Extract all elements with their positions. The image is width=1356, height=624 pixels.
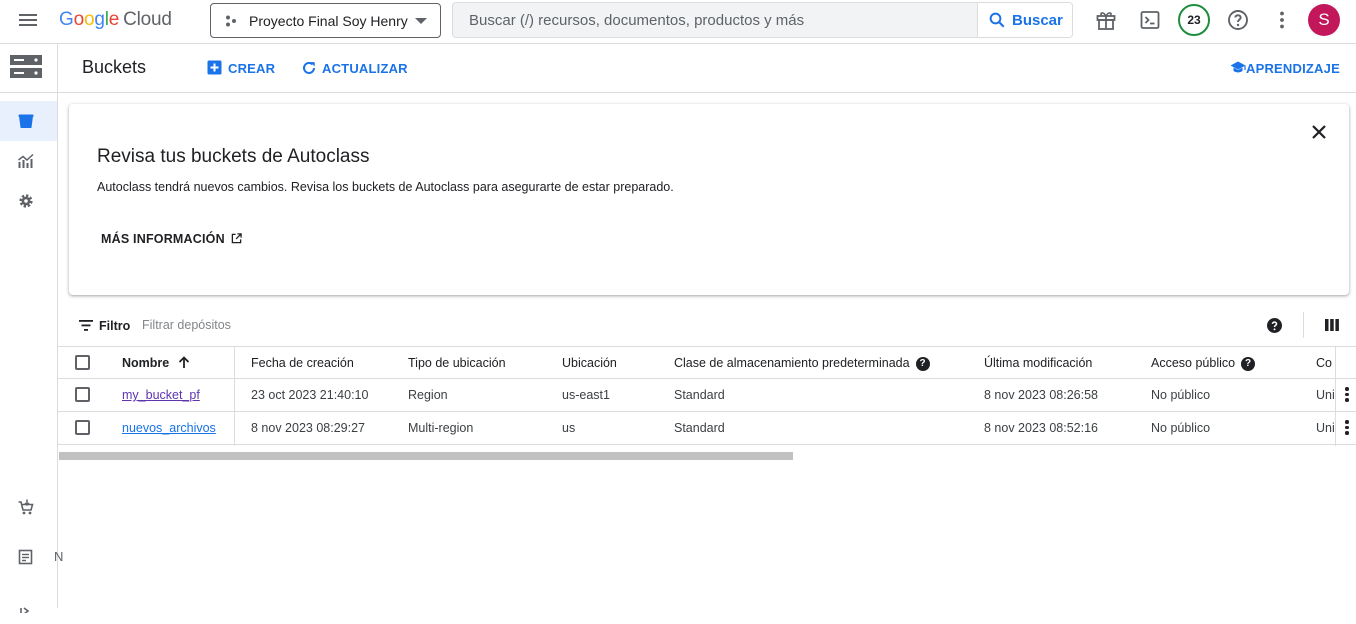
marketplace-cart-icon (18, 499, 34, 515)
location-cell: us (562, 421, 576, 435)
project-dots-icon (226, 15, 236, 27)
filter-divider (1303, 312, 1304, 338)
rail-item-marketplace[interactable] (0, 487, 57, 527)
filter-input[interactable] (142, 314, 442, 336)
rail-expand-toggle[interactable] (0, 584, 57, 624)
more-info-link[interactable]: MÁS INFORMACIÓN (101, 230, 243, 248)
bucket-name-link[interactable]: my_bucket_pf (122, 379, 200, 411)
learn-button-label: APRENDIZAJE (1246, 61, 1340, 76)
column-header-name[interactable]: Nombre (122, 347, 190, 379)
filter-label: Filtro (99, 319, 131, 333)
school-icon (1230, 61, 1246, 73)
storage-class-cell: Standard (674, 388, 725, 402)
refresh-button-label: ACTUALIZAR (322, 61, 408, 76)
banner-text: Autoclass tendrá nuevos cambios. Revisa … (97, 180, 674, 194)
location-type-cell: Multi-region (408, 421, 474, 435)
protection-cell: Uni (1316, 388, 1335, 402)
account-avatar[interactable]: S (1308, 4, 1340, 36)
column-header-modified[interactable]: Última modificación (984, 347, 1092, 379)
main-menu-icon[interactable] (17, 11, 39, 33)
project-name: Proyecto Final Soy Henry (249, 13, 408, 29)
help-icon[interactable] (1226, 8, 1250, 32)
filter-list-icon (79, 320, 93, 331)
storage-class-cell: Standard (674, 421, 725, 435)
bucket-name-link[interactable]: nuevos_archivos (122, 412, 216, 444)
column-divider (1335, 346, 1336, 446)
search-bar: Buscar (452, 2, 1073, 38)
column-header-storage-class[interactable]: Clase de almacenamiento predeterminada? (674, 347, 930, 379)
row-checkbox[interactable] (75, 420, 90, 435)
location-type-cell: Region (408, 388, 448, 402)
table-row: my_bucket_pf 23 oct 2023 21:40:10 Region… (58, 379, 1356, 412)
modified-cell: 8 nov 2023 08:52:16 (984, 421, 1098, 435)
release-notes-icon (18, 549, 33, 565)
created-cell: 8 nov 2023 08:29:27 (251, 421, 365, 435)
column-header-public-access[interactable]: Acceso público? (1151, 347, 1256, 379)
open-in-new-icon (232, 233, 243, 244)
more-info-link-label: MÁS INFORMACIÓN (101, 232, 225, 246)
rail-truncated-label: N (54, 549, 64, 564)
column-display-icon[interactable] (1325, 318, 1339, 332)
rail-divider (0, 92, 58, 93)
search-button-label: Buscar (1012, 12, 1063, 29)
column-header-location[interactable]: Ubicación (562, 347, 617, 379)
row-more-vert-icon[interactable] (1344, 387, 1350, 405)
rail-item-release-notes[interactable] (0, 537, 57, 577)
column-header-location-type[interactable]: Tipo de ubicación (408, 347, 506, 379)
notifications-badge[interactable]: 23 (1178, 4, 1210, 36)
help-filled-icon[interactable]: ? (915, 357, 930, 371)
page-header: Buckets CREAR ACTUALIZAR APRENDIZAJE (58, 44, 1356, 93)
create-button[interactable]: CREAR (207, 59, 275, 79)
gift-icon[interactable] (1094, 8, 1118, 32)
page-title: Buckets (82, 57, 147, 77)
refresh-button[interactable]: ACTUALIZAR (301, 59, 408, 79)
column-divider (234, 346, 235, 446)
table-row: nuevos_archivos 8 nov 2023 08:29:27 Mult… (58, 412, 1356, 445)
rail-item-monitoring[interactable] (0, 141, 57, 181)
public-access-cell: No público (1151, 421, 1211, 435)
close-icon[interactable] (1309, 122, 1329, 142)
create-button-label: CREAR (228, 61, 276, 76)
search-icon (989, 12, 1005, 28)
rail-item-buckets[interactable] (0, 101, 57, 141)
help-filled-icon[interactable] (1267, 318, 1282, 333)
table-header-row: Nombre Fecha de creación Tipo de ubicaci… (58, 346, 1356, 379)
cloud-storage-product-icon (10, 55, 42, 78)
select-all-checkbox[interactable] (75, 355, 90, 370)
top-bar: Google Cloud Proyecto Final Soy Henry Bus… (0, 0, 1356, 44)
gear-icon (19, 194, 33, 208)
autoclass-banner: Revisa tus buckets de Autoclass Autoclas… (69, 104, 1349, 295)
project-selector[interactable]: Proyecto Final Soy Henry (210, 3, 441, 38)
row-checkbox[interactable] (75, 387, 90, 402)
monitoring-chart-icon (18, 153, 34, 168)
horizontal-scrollbar[interactable] (59, 452, 793, 460)
banner-title: Revisa tus buckets de Autoclass (97, 146, 370, 167)
expand-rail-icon (20, 607, 30, 613)
left-rail: N (0, 44, 63, 613)
location-cell: us-east1 (562, 388, 610, 402)
cloud-shell-icon[interactable] (1138, 8, 1162, 32)
modified-cell: 8 nov 2023 08:26:58 (984, 388, 1098, 402)
column-header-created[interactable]: Fecha de creación (251, 347, 354, 379)
help-filled-icon[interactable]: ? (1241, 357, 1256, 371)
created-cell: 23 oct 2023 21:40:10 (251, 388, 369, 402)
refresh-icon (303, 61, 315, 74)
chevron-down-icon (415, 18, 427, 24)
row-more-vert-icon[interactable] (1344, 420, 1350, 438)
add-box-icon (207, 60, 222, 75)
rail-item-settings[interactable] (0, 181, 57, 221)
bucket-icon (18, 114, 34, 128)
protection-cell: Uni (1316, 421, 1335, 435)
search-input[interactable] (453, 3, 979, 37)
buckets-table: Nombre Fecha de creación Tipo de ubicaci… (58, 346, 1356, 446)
search-button[interactable]: Buscar (977, 3, 1072, 37)
column-header-protection[interactable]: Co (1316, 347, 1332, 379)
more-vert-icon[interactable] (1270, 8, 1294, 32)
google-cloud-logo[interactable]: Google Cloud (59, 9, 172, 31)
public-access-cell: No público (1151, 388, 1211, 402)
filter-bar: Filtro (58, 308, 1356, 344)
learn-button[interactable]: APRENDIZAJE (1230, 59, 1340, 79)
arrow-upward-icon (178, 356, 189, 368)
